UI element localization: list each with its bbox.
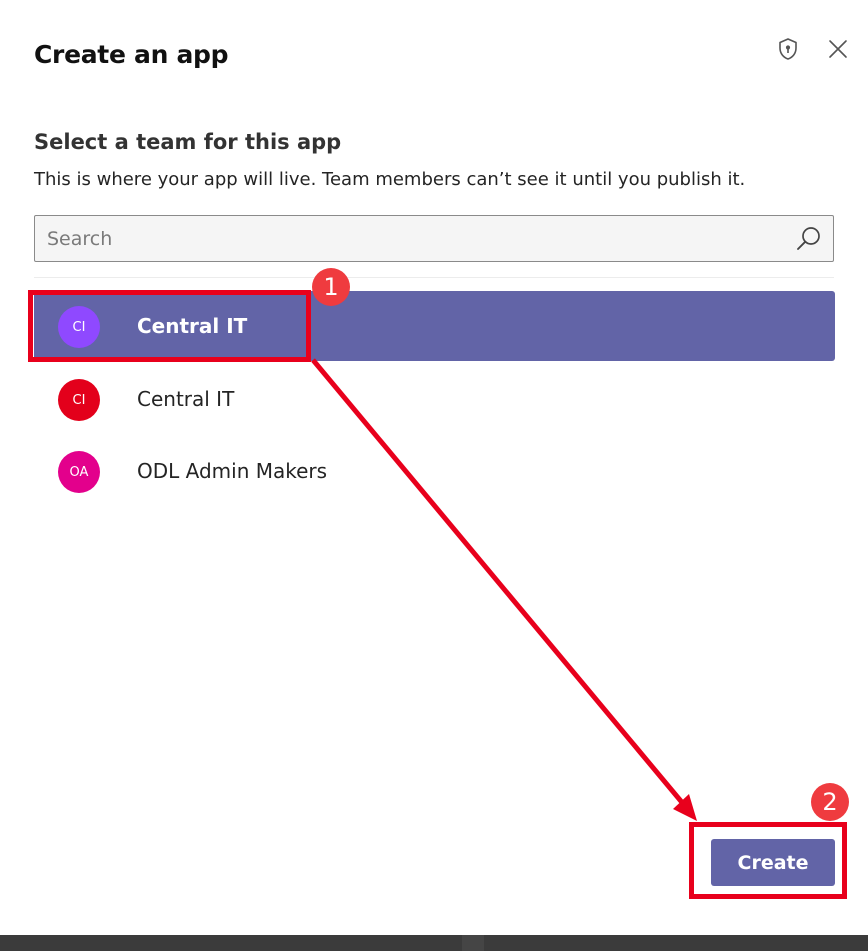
divider [34, 277, 834, 278]
step-badge-1: 1 [312, 268, 350, 306]
team-name: ODL Admin Makers [137, 459, 328, 483]
section-title: Select a team for this app [34, 130, 342, 154]
search-box[interactable] [34, 215, 834, 262]
search-icon[interactable] [795, 225, 823, 253]
section-description: This is where your app will live. Team m… [34, 169, 746, 190]
bottom-bar [0, 935, 868, 951]
team-item-central-it[interactable]: CI Central IT [34, 364, 835, 434]
shield-icon[interactable] [776, 37, 800, 61]
dialog-title: Create an app [34, 40, 229, 69]
search-input[interactable] [35, 216, 775, 261]
step-badge-2: 2 [811, 783, 849, 821]
avatar: OA [58, 451, 100, 493]
annotation-box-step-2 [689, 822, 847, 899]
close-icon[interactable] [826, 37, 850, 61]
team-item-odl-admin-makers[interactable]: OA ODL Admin Makers [34, 436, 835, 506]
annotation-box-step-1 [28, 290, 311, 362]
team-name: Central IT [137, 387, 235, 411]
avatar: CI [58, 379, 100, 421]
